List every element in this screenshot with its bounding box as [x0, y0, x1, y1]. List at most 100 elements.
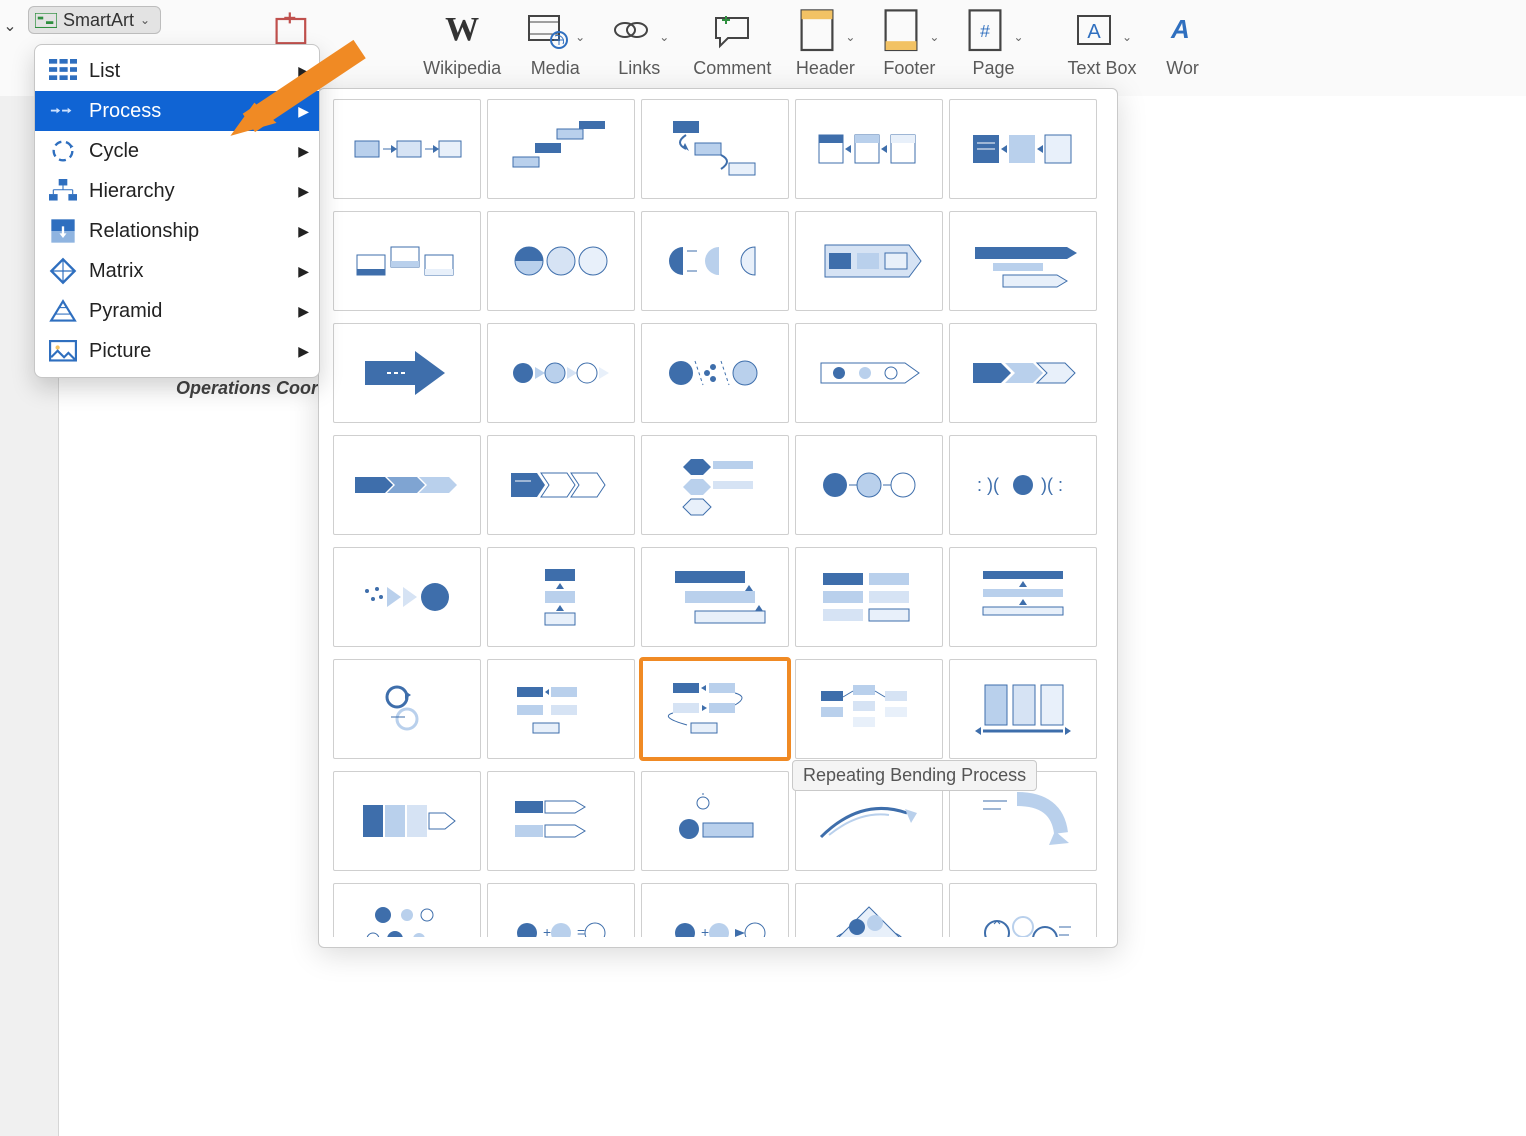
ribbon-group-wikipedia[interactable]: W Wikipedia	[415, 6, 509, 96]
ribbon-group-textbox[interactable]: A ⌄ Text Box	[1060, 6, 1145, 96]
smartart-menu-matrix[interactable]: Matrix ▶	[35, 251, 319, 291]
chevron-down-icon[interactable]: ⌄	[1122, 16, 1132, 44]
gallery-thumb[interactable]	[795, 99, 943, 199]
links-icon	[609, 8, 653, 52]
gallery-thumb[interactable]	[949, 547, 1097, 647]
media-icon	[525, 8, 569, 52]
gallery-thumb[interactable]	[949, 883, 1097, 937]
header-label: Header	[796, 58, 855, 79]
textbox-label: Text Box	[1068, 58, 1137, 79]
gallery-thumb-repeating-bending-process[interactable]	[641, 659, 789, 759]
ribbon-group-page[interactable]: # ⌄ Page	[955, 6, 1031, 96]
gallery-thumb[interactable]	[487, 211, 635, 311]
smartart-category-menu: List ▶ Process ▶ Cycle ▶ Hierarchy ▶ Rel…	[34, 44, 320, 378]
gallery-thumb[interactable]	[333, 659, 481, 759]
gallery-thumb[interactable]	[487, 771, 635, 871]
wordart-icon: A	[1161, 8, 1205, 52]
ribbon-group-media[interactable]: ⌄ Media	[517, 6, 593, 96]
smartart-menu-pyramid[interactable]: Pyramid ▶	[35, 291, 319, 331]
gallery-thumb[interactable]	[641, 323, 789, 423]
menu-item-label: Process	[89, 100, 161, 123]
ribbon-group-wordart[interactable]: A Wor	[1153, 6, 1213, 96]
submenu-arrow-icon: ▶	[298, 63, 309, 80]
gallery-thumb[interactable]	[487, 435, 635, 535]
chevron-down-icon[interactable]: ⌄	[659, 16, 669, 44]
menu-item-label: Pyramid	[89, 300, 162, 323]
submenu-arrow-icon: ▶	[298, 343, 309, 360]
submenu-arrow-icon: ▶	[298, 143, 309, 160]
gallery-thumb[interactable]	[641, 99, 789, 199]
gallery-thumb[interactable]	[333, 547, 481, 647]
ribbon-group-header[interactable]: ⌄ Header	[787, 6, 863, 96]
gallery-thumb[interactable]	[795, 211, 943, 311]
chevron-down-icon[interactable]: ⌄	[845, 16, 855, 44]
menu-item-label: List	[89, 60, 120, 83]
smartart-menu-process[interactable]: Process ▶	[35, 91, 319, 131]
chevron-down-icon[interactable]: ⌄	[929, 16, 939, 44]
gallery-thumb[interactable]	[487, 547, 635, 647]
ribbon-overflow-left[interactable]: ⌄	[0, 6, 20, 46]
gallery-thumb[interactable]	[795, 547, 943, 647]
gallery-thumb[interactable]	[641, 547, 789, 647]
gallery-thumb[interactable]	[333, 211, 481, 311]
media-label: Media	[531, 58, 580, 79]
smartart-process-gallery: : )()( : += +	[318, 88, 1118, 948]
smartart-menu-relationship[interactable]: Relationship ▶	[35, 211, 319, 251]
menu-item-label: Relationship	[89, 220, 199, 243]
svg-text:: )(: : )(	[977, 475, 999, 495]
ribbon-group-footer[interactable]: ⌄ Footer	[871, 6, 947, 96]
gallery-thumb[interactable]	[949, 659, 1097, 759]
gallery-thumb[interactable]	[487, 323, 635, 423]
gallery-scroll-area[interactable]: : )()( : += +	[333, 99, 1109, 937]
svg-text:A: A	[1087, 21, 1101, 43]
pyramid-icon	[49, 299, 77, 323]
comment-label: Comment	[693, 58, 771, 79]
gallery-thumb[interactable]	[795, 883, 943, 937]
smartart-menu-picture[interactable]: Picture ▶	[35, 331, 319, 371]
gallery-thumb[interactable]	[333, 435, 481, 535]
gallery-thumb[interactable]	[487, 659, 635, 759]
svg-text:A: A	[1170, 14, 1190, 44]
hierarchy-icon	[49, 179, 77, 203]
gallery-thumb[interactable]	[333, 883, 481, 937]
gallery-thumb[interactable]	[333, 323, 481, 423]
smartart-menu-hierarchy[interactable]: Hierarchy ▶	[35, 171, 319, 211]
cycle-icon	[49, 139, 77, 163]
gallery-thumb[interactable]	[333, 99, 481, 199]
gallery-thumb[interactable]	[795, 659, 943, 759]
gallery-thumb[interactable]	[795, 435, 943, 535]
chevron-down-icon[interactable]: ⌄	[575, 16, 585, 44]
menu-item-label: Picture	[89, 340, 151, 363]
gallery-thumb[interactable]: : )()( :	[949, 435, 1097, 535]
textbox-icon: A	[1072, 8, 1116, 52]
menu-item-label: Cycle	[89, 140, 139, 163]
gallery-thumb[interactable]	[641, 211, 789, 311]
gallery-thumb[interactable]	[641, 771, 789, 871]
gallery-thumb[interactable]	[641, 435, 789, 535]
document-body-text: Operations Coord	[176, 378, 329, 399]
gallery-thumb[interactable]	[333, 771, 481, 871]
chevron-down-icon[interactable]: ⌄	[1013, 16, 1023, 44]
svg-text:+: +	[701, 924, 709, 937]
gallery-thumb[interactable]	[949, 99, 1097, 199]
gallery-tooltip: Repeating Bending Process	[792, 760, 1037, 791]
ribbon-group-links[interactable]: ⌄ Links	[601, 6, 677, 96]
gallery-thumb[interactable]: +	[641, 883, 789, 937]
smartart-button-label: SmartArt	[63, 10, 134, 31]
gallery-thumb[interactable]: +=	[487, 883, 635, 937]
gallery-thumb[interactable]	[949, 323, 1097, 423]
smartart-dropdown-button[interactable]: SmartArt ⌄	[28, 6, 161, 34]
submenu-arrow-icon: ▶	[298, 263, 309, 280]
chevron-down-icon: ⌄	[140, 13, 150, 27]
gallery-thumb[interactable]	[795, 323, 943, 423]
gallery-thumb[interactable]	[949, 211, 1097, 311]
smartart-menu-cycle[interactable]: Cycle ▶	[35, 131, 319, 171]
submenu-arrow-icon: ▶	[298, 183, 309, 200]
gallery-thumb[interactable]	[487, 99, 635, 199]
ribbon-group-comment[interactable]: Comment	[685, 6, 779, 96]
submenu-arrow-icon: ▶	[298, 303, 309, 320]
smartart-menu-list[interactable]: List ▶	[35, 51, 319, 91]
svg-text:=: =	[577, 924, 585, 937]
wordart-label: Wor	[1166, 58, 1199, 79]
menu-item-label: Matrix	[89, 260, 143, 283]
